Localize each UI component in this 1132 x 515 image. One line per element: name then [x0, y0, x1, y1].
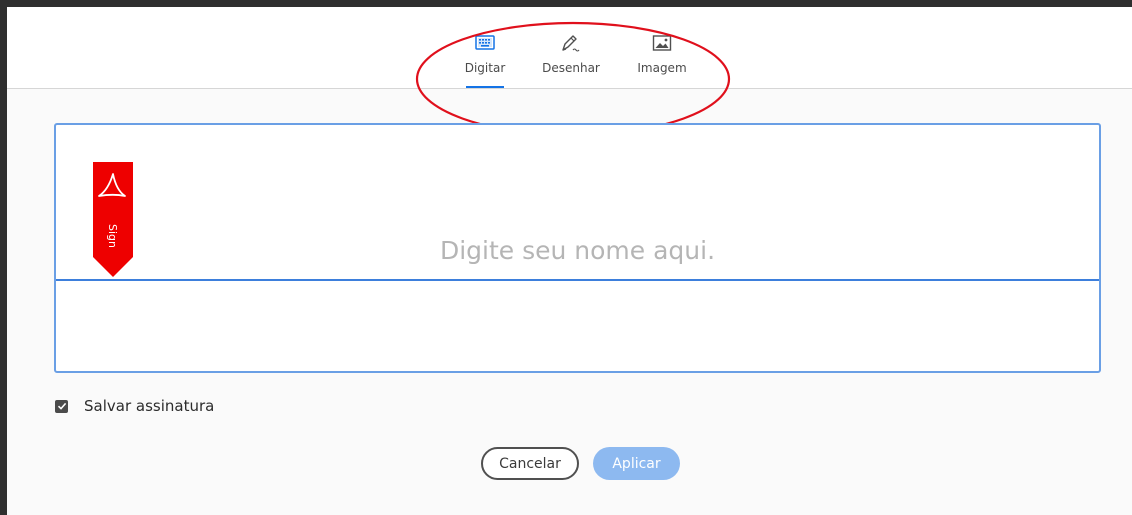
save-signature-checkbox[interactable] — [55, 399, 68, 413]
checkmark-icon — [57, 402, 66, 410]
image-icon — [652, 35, 672, 51]
ribbon-sign-text: Sign — [106, 224, 119, 248]
tab-desenhar[interactable]: Desenhar — [539, 33, 603, 88]
signature-dialog: Digitar Desenhar Imagem Digite seu nome … — [7, 7, 1132, 515]
window-left-edge — [0, 0, 7, 515]
adobe-sign-ribbon-icon: Sign — [93, 162, 133, 277]
pen-icon — [562, 35, 580, 52]
window-top-edge — [0, 0, 1132, 7]
tab-digitar-label: Digitar — [464, 61, 506, 75]
tab-desenhar-label: Desenhar — [542, 61, 600, 75]
tab-digitar[interactable]: Digitar — [459, 33, 511, 88]
signature-name-input[interactable] — [56, 125, 1099, 281]
screenshot-frame: Digitar Desenhar Imagem Digite seu nome … — [0, 0, 1132, 515]
save-signature-option[interactable]: Salvar assinatura — [55, 396, 214, 416]
active-tab-indicator — [466, 86, 504, 88]
apply-button[interactable]: Aplicar — [593, 447, 680, 480]
signature-entry-box: Sign — [54, 123, 1101, 373]
tab-imagem[interactable]: Imagem — [633, 33, 691, 88]
signature-mode-tabs: Digitar Desenhar Imagem — [7, 7, 1132, 89]
keyboard-icon — [475, 35, 495, 50]
tab-imagem-label: Imagem — [637, 61, 687, 75]
cancel-button[interactable]: Cancelar — [481, 447, 579, 480]
save-signature-label: Salvar assinatura — [84, 397, 215, 415]
